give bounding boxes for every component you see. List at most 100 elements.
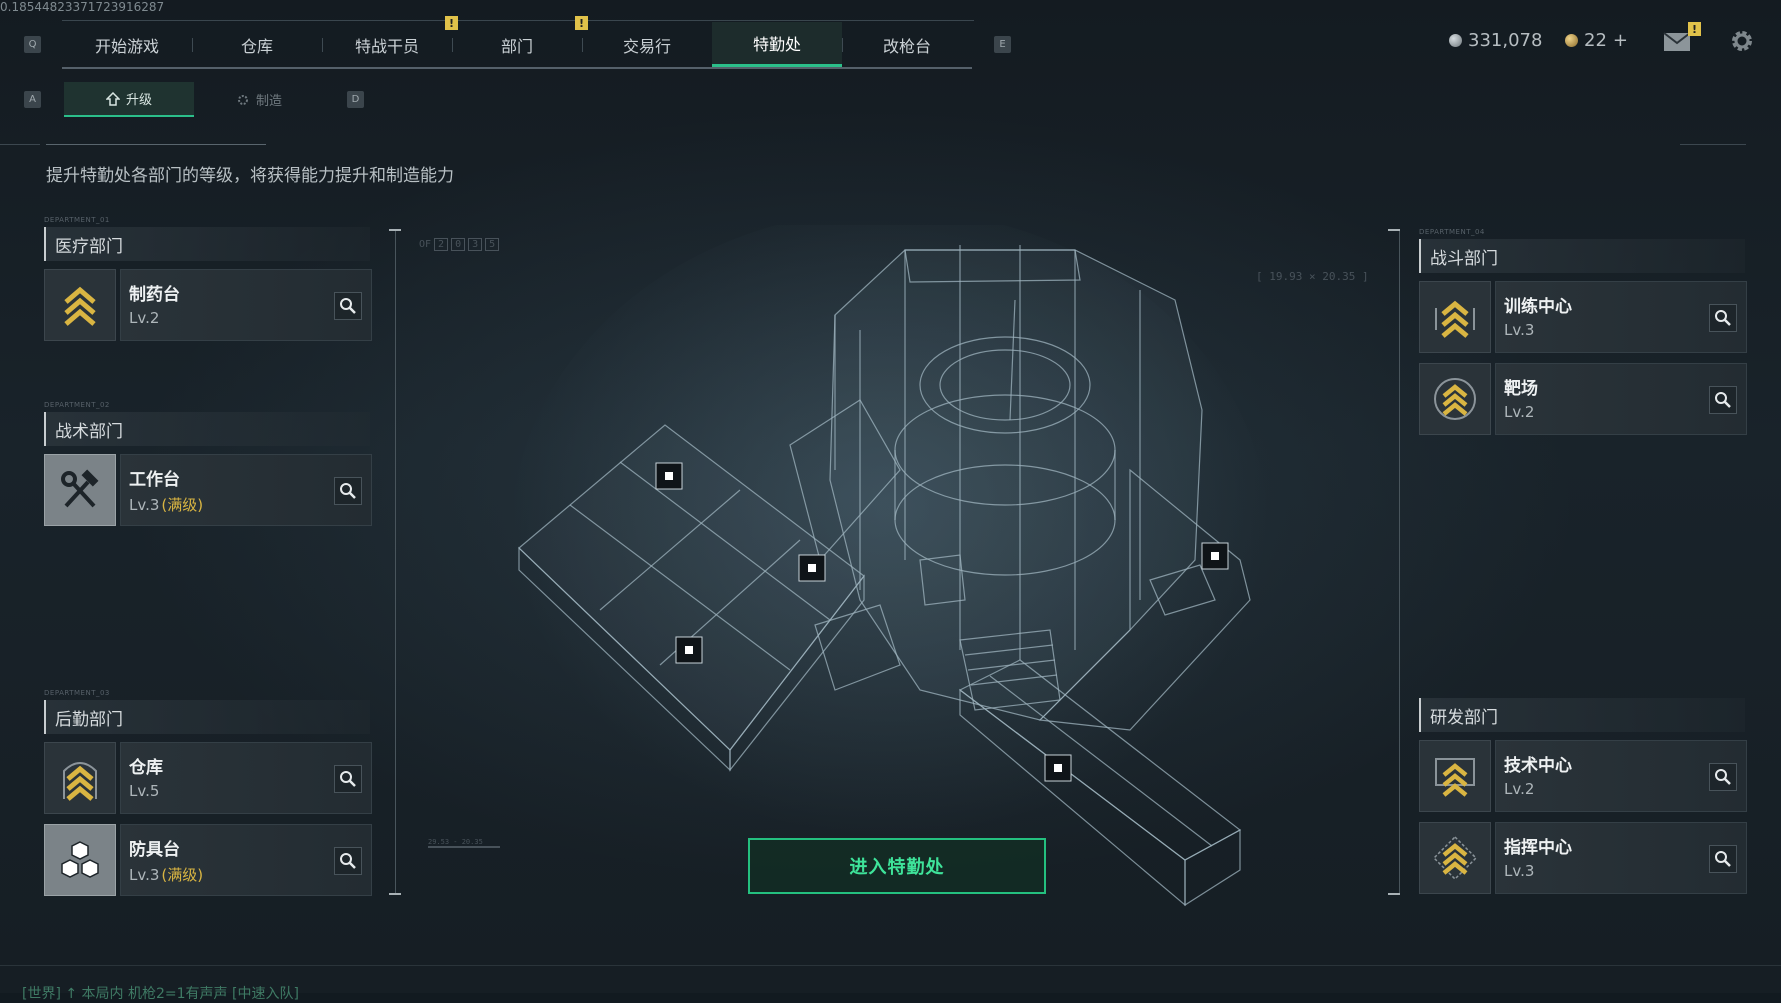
facility-info: 制药台 Lv.2	[120, 269, 372, 341]
facility-card-shooting-range[interactable]: 靶场 Lv.2	[1419, 363, 1747, 435]
hud-counter: OF 2 0 3 5	[419, 238, 500, 251]
bracket-cap	[1388, 893, 1400, 895]
facility-info: 工作台 Lv.3 (满级)	[120, 454, 372, 526]
search-icon	[340, 483, 356, 499]
facility-icon	[44, 824, 116, 896]
tab-trading[interactable]: 交易行	[582, 22, 712, 67]
inspect-button[interactable]	[334, 847, 362, 875]
nav-topline	[62, 20, 974, 21]
facility-card-storage[interactable]: 仓库 Lv.5	[44, 742, 372, 814]
tab-label: 特战干员	[354, 36, 419, 56]
facility-icon	[44, 269, 116, 341]
chevron-rank-icon	[63, 762, 97, 801]
hud-coords: [ 19.93 × 20.35 ]	[1256, 270, 1369, 283]
inspect-button[interactable]	[334, 292, 362, 320]
silver-amount: 331,078	[1468, 30, 1543, 51]
debug-id: 0.18544823371723916287	[0, 0, 165, 14]
facility-info: 训练中心 Lv.3	[1495, 281, 1747, 353]
facility-icon	[1419, 740, 1491, 812]
tab-department[interactable]: 部门!	[452, 16, 588, 67]
inspect-button[interactable]	[1709, 763, 1737, 791]
divider	[0, 144, 40, 145]
hud-stamp: 29.53 - 20.35	[428, 838, 500, 848]
facility-wireframe-illustration	[510, 225, 1270, 907]
facility-info: 靶场 Lv.2	[1495, 363, 1747, 435]
mail-alert-badge: !	[1688, 22, 1701, 36]
tab-label: 改枪台	[882, 36, 931, 56]
search-icon	[340, 771, 356, 787]
dept-logistics: DEPARTMENT_03 后勤部门 仓库 Lv.5 防具台 Lv.3 (满级)	[44, 689, 372, 906]
inspect-button[interactable]	[334, 477, 362, 505]
nav-key-right[interactable]: E	[994, 36, 1011, 53]
chat-ticker[interactable]: [世界] ↑ 本局内 机枪2=1有声声 [中速入队]	[22, 983, 299, 1003]
facility-card-pharmacy[interactable]: 制药台 Lv.2	[44, 269, 372, 341]
chevron-rank-icon	[1435, 300, 1475, 338]
subtab-key-right[interactable]: D	[347, 91, 364, 108]
facility-icon	[44, 454, 116, 526]
tab-gunsmith[interactable]: 改枪台	[842, 22, 972, 67]
dept-title: 战斗部门	[1419, 239, 1745, 273]
bracket-cap	[389, 229, 401, 231]
tab-operators[interactable]: 特战干员!	[322, 16, 458, 67]
inspect-button[interactable]	[1709, 386, 1737, 414]
hud-of-label: OF	[419, 239, 432, 250]
search-icon	[340, 853, 356, 869]
tab-start-game[interactable]: 开始游戏	[62, 22, 192, 67]
facility-level: Lv.3	[129, 496, 160, 514]
gold-currency[interactable]: 22 +	[1565, 30, 1628, 51]
gold-add-button[interactable]: +	[1613, 30, 1628, 51]
dept-title: 研发部门	[1419, 698, 1745, 732]
inspect-button[interactable]	[1709, 845, 1737, 873]
gear-icon	[1732, 31, 1752, 51]
search-icon	[1715, 851, 1731, 867]
search-icon	[1715, 310, 1731, 326]
tab-label: 交易行	[622, 36, 671, 56]
craft-icon	[237, 94, 248, 105]
inspect-button[interactable]	[1709, 304, 1737, 332]
settings-button[interactable]	[1729, 28, 1755, 58]
tab-special-ops[interactable]: 特勤处	[712, 22, 842, 67]
facility-icon	[1419, 363, 1491, 435]
dept-tag: DEPARTMENT_04	[1419, 228, 1485, 236]
mail-button[interactable]: !	[1663, 22, 1701, 56]
facility-card-armor-bench[interactable]: 防具台 Lv.3 (满级)	[44, 824, 372, 896]
hud-digit: 2	[434, 238, 449, 251]
subtabs: 升级 制造	[64, 82, 324, 117]
hammer-wrench-icon	[61, 469, 99, 508]
tab-warehouse[interactable]: 仓库	[192, 22, 322, 67]
bracket-cap	[389, 893, 401, 895]
upgrade-icon	[105, 91, 120, 106]
divider	[46, 144, 266, 145]
enter-special-ops-button[interactable]: 进入特勤处	[748, 838, 1046, 894]
facility-icon	[44, 742, 116, 814]
dept-tag: DEPARTMENT_03	[44, 689, 110, 697]
inspect-button[interactable]	[334, 765, 362, 793]
tab-label: 仓库	[240, 36, 273, 56]
facility-info: 仓库 Lv.5	[120, 742, 372, 814]
subtab-key-left[interactable]: A	[24, 91, 41, 108]
facility-info: 指挥中心 Lv.3	[1495, 822, 1747, 894]
silver-currency: 331,078	[1449, 30, 1542, 51]
subtab-upgrade[interactable]: 升级	[64, 82, 194, 117]
facility-icon	[1419, 281, 1491, 353]
nav-key-left[interactable]: Q	[24, 36, 41, 53]
facility-card-workbench[interactable]: 工作台 Lv.3 (满级)	[44, 454, 372, 526]
tab-label: 特勤处	[752, 35, 801, 54]
max-level-tag: (满级)	[161, 496, 204, 514]
dept-medical: DEPARTMENT_01 医疗部门 制药台 Lv.2	[44, 216, 372, 351]
max-level-tag: (满级)	[161, 866, 204, 884]
chevron-rank-icon	[1434, 378, 1476, 420]
dept-tag: DEPARTMENT_01	[44, 216, 110, 224]
dept-tactical: DEPARTMENT_02 战术部门 工作台 Lv.3 (满级)	[44, 401, 372, 536]
facility-card-training-center[interactable]: 训练中心 Lv.3	[1419, 281, 1747, 353]
facility-card-command-center[interactable]: 指挥中心 Lv.3	[1419, 822, 1747, 894]
dept-title: 战术部门	[44, 412, 370, 446]
tab-label: 部门	[500, 36, 533, 56]
hud-digit: 0	[451, 238, 466, 251]
main-nav: 开始游戏 仓库 特战干员! 部门! 交易行 特勤处 改枪台	[62, 16, 972, 69]
chevron-rank-icon	[1432, 835, 1478, 881]
subtab-craft[interactable]: 制造	[194, 82, 324, 117]
dept-research: 研发部门 技术中心 Lv.2 指挥中心 Lv.3	[1419, 698, 1747, 904]
facility-card-tech-center[interactable]: 技术中心 Lv.2	[1419, 740, 1747, 812]
mail-icon	[1663, 32, 1691, 51]
